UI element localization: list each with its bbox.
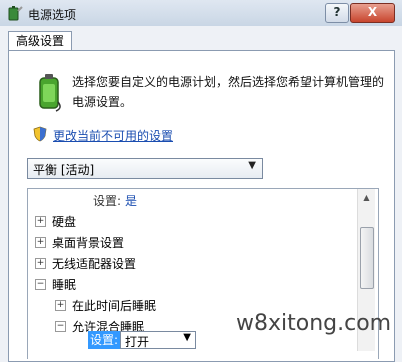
uac-shield-icon <box>33 126 47 142</box>
watermark: w8xitong.com <box>236 311 392 336</box>
tree-item-wireless-adapter[interactable]: 无线适配器设置 <box>52 255 136 272</box>
help-button[interactable]: ? <box>325 3 349 23</box>
collapse-icon[interactable]: − <box>55 321 66 332</box>
window-title: 电源选项 <box>28 8 77 22</box>
tree-item-sleep[interactable]: 睡眠 <box>52 276 76 293</box>
tree-setting-row: 设置: 是 <box>93 192 137 209</box>
expand-icon[interactable]: + <box>35 258 46 269</box>
expand-icon[interactable]: + <box>35 216 46 227</box>
tab-advanced-settings[interactable]: 高级设置 <box>8 31 73 51</box>
tab-strip: 高级设置 <box>0 26 402 51</box>
change-unavailable-settings-link[interactable]: 更改当前不可用的设置 <box>53 127 173 144</box>
setting-label: 设置: <box>93 194 122 208</box>
setting-value-link[interactable]: 是 <box>125 194 137 208</box>
battery-plug-icon <box>39 74 61 112</box>
title-bar: 电源选项 ? X <box>0 0 402 26</box>
power-plan-value: 平衡 [活动] <box>33 163 95 177</box>
collapse-icon[interactable]: − <box>35 279 46 290</box>
expand-icon[interactable]: + <box>55 300 66 311</box>
tree-item-desktop-background[interactable]: 桌面背景设置 <box>52 234 124 251</box>
close-button[interactable]: X <box>350 3 395 23</box>
scroll-up-icon[interactable]: ▲ <box>358 189 375 206</box>
chevron-down-icon: ▼ <box>183 332 191 343</box>
description-text: 选择您要自定义的电源计划，然后选择您希望计算机管理的电源设置。 <box>72 75 385 109</box>
expand-icon[interactable]: + <box>35 237 46 248</box>
hybrid-sleep-value: 打开 <box>125 335 150 349</box>
tree-item-hard-disk[interactable]: 硬盘 <box>52 213 76 230</box>
chevron-down-icon: ▼ <box>248 160 256 171</box>
power-options-app-icon <box>8 6 23 21</box>
power-plan-dropdown[interactable]: 平衡 [活动] ▼ <box>27 158 263 179</box>
hybrid-setting-label: 设置: <box>88 331 124 349</box>
hybrid-sleep-dropdown[interactable]: 打开 ▼ <box>120 331 196 349</box>
tree-item-sleep-after[interactable]: 在此时间后睡眠 <box>72 297 156 314</box>
scroll-thumb[interactable] <box>360 227 374 289</box>
